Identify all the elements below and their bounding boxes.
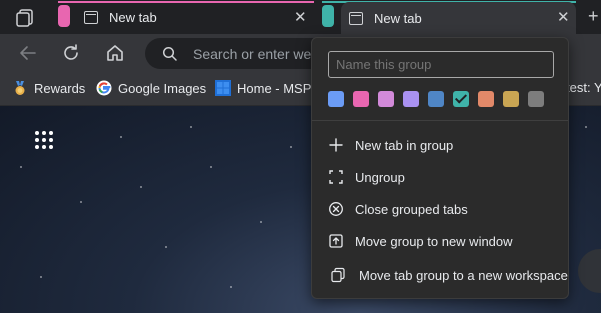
tab-group-chip-teal[interactable]: [322, 5, 334, 27]
tab-group-menu: New tab in group Ungroup Close grouped t…: [311, 37, 569, 299]
star: [165, 246, 167, 248]
color-swatch-grey[interactable]: [528, 91, 544, 107]
back-arrow-icon[interactable]: [17, 42, 39, 64]
rewards-medal-icon: [15, 81, 25, 95]
star: [80, 201, 82, 203]
menu-item-ungroup[interactable]: Ungroup: [312, 162, 568, 192]
apps-launcher-icon[interactable]: [35, 131, 53, 149]
star: [260, 221, 262, 223]
favorite-home-mspo[interactable]: Home - MSPo: [215, 80, 319, 96]
address-placeholder: Search or enter web: [193, 46, 320, 62]
tab-group-chip-pink[interactable]: [58, 5, 70, 27]
menu-item-new-tab-in-group[interactable]: New tab in group: [312, 130, 568, 160]
favorite-label: Google Images: [118, 80, 207, 96]
refresh-icon[interactable]: [60, 42, 82, 64]
color-swatch-violet[interactable]: [403, 91, 419, 107]
menu-item-label: New tab in group: [355, 138, 454, 153]
favorite-test[interactable]: test: Y: [566, 80, 601, 95]
search-icon: [162, 46, 177, 61]
favorite-label: test: Y: [566, 80, 601, 95]
star: [290, 146, 292, 148]
favorite-label: Home - MSPo: [237, 80, 319, 96]
star: [40, 276, 42, 278]
menu-item-move-to-new-workspace[interactable]: Move tab group to a new workspace: [312, 260, 568, 290]
new-tab-plus-icon[interactable]: +: [588, 6, 599, 27]
workspace-icon: [331, 267, 345, 283]
menu-divider: [312, 120, 568, 121]
color-swatch-orange[interactable]: [478, 91, 494, 107]
home-icon[interactable]: [104, 42, 126, 64]
tab-title: New tab: [109, 9, 157, 25]
star: [140, 186, 142, 188]
menu-item-close-grouped-tabs[interactable]: Close grouped tabs: [312, 194, 568, 224]
google-icon: [96, 80, 112, 96]
close-tab-icon[interactable]: ✕: [294, 8, 307, 26]
tab-new-tab-2-active[interactable]: New tab ✕: [341, 2, 576, 34]
star: [20, 166, 22, 168]
color-swatch-blue[interactable]: [328, 91, 344, 107]
ungroup-icon: [329, 170, 343, 184]
tab-strip: New tab ✕ New tab ✕ +: [0, 0, 601, 34]
menu-item-move-group-to-new-window[interactable]: Move group to new window: [312, 226, 568, 256]
workspaces-icon[interactable]: [14, 7, 36, 29]
menu-item-label: Ungroup: [355, 170, 405, 185]
plus-icon: [329, 138, 343, 152]
side-action-button[interactable]: [578, 249, 601, 293]
favorite-google-images[interactable]: Google Images: [96, 80, 206, 96]
new-tab-page-icon: [84, 10, 98, 24]
new-tab-page-icon: [349, 11, 363, 25]
star: [585, 126, 587, 128]
color-swatch-steel-blue[interactable]: [428, 91, 444, 107]
group-name-input[interactable]: [328, 51, 554, 78]
menu-item-label: Move group to new window: [355, 234, 513, 249]
color-swatch-pink[interactable]: [353, 91, 369, 107]
close-circle-icon: [329, 202, 343, 216]
star: [120, 136, 122, 138]
microsoft-icon: [215, 80, 231, 96]
menu-item-label: Close grouped tabs: [355, 202, 468, 217]
star: [210, 166, 212, 168]
move-window-icon: [329, 234, 343, 248]
menu-item-label: Move tab group to a new workspace: [359, 268, 568, 283]
star: [190, 126, 192, 128]
color-swatch-teal-selected[interactable]: [453, 91, 469, 107]
color-swatch-gold[interactable]: [503, 91, 519, 107]
star: [230, 286, 232, 288]
tab-new-tab-1[interactable]: New tab ✕: [84, 2, 314, 32]
group-color-swatches: [328, 91, 544, 107]
color-swatch-purple[interactable]: [378, 91, 394, 107]
tab-title: New tab: [374, 10, 422, 26]
close-tab-icon[interactable]: ✕: [557, 8, 570, 26]
favorite-rewards[interactable]: Rewards: [12, 80, 85, 96]
favorite-label: Rewards: [34, 80, 86, 96]
